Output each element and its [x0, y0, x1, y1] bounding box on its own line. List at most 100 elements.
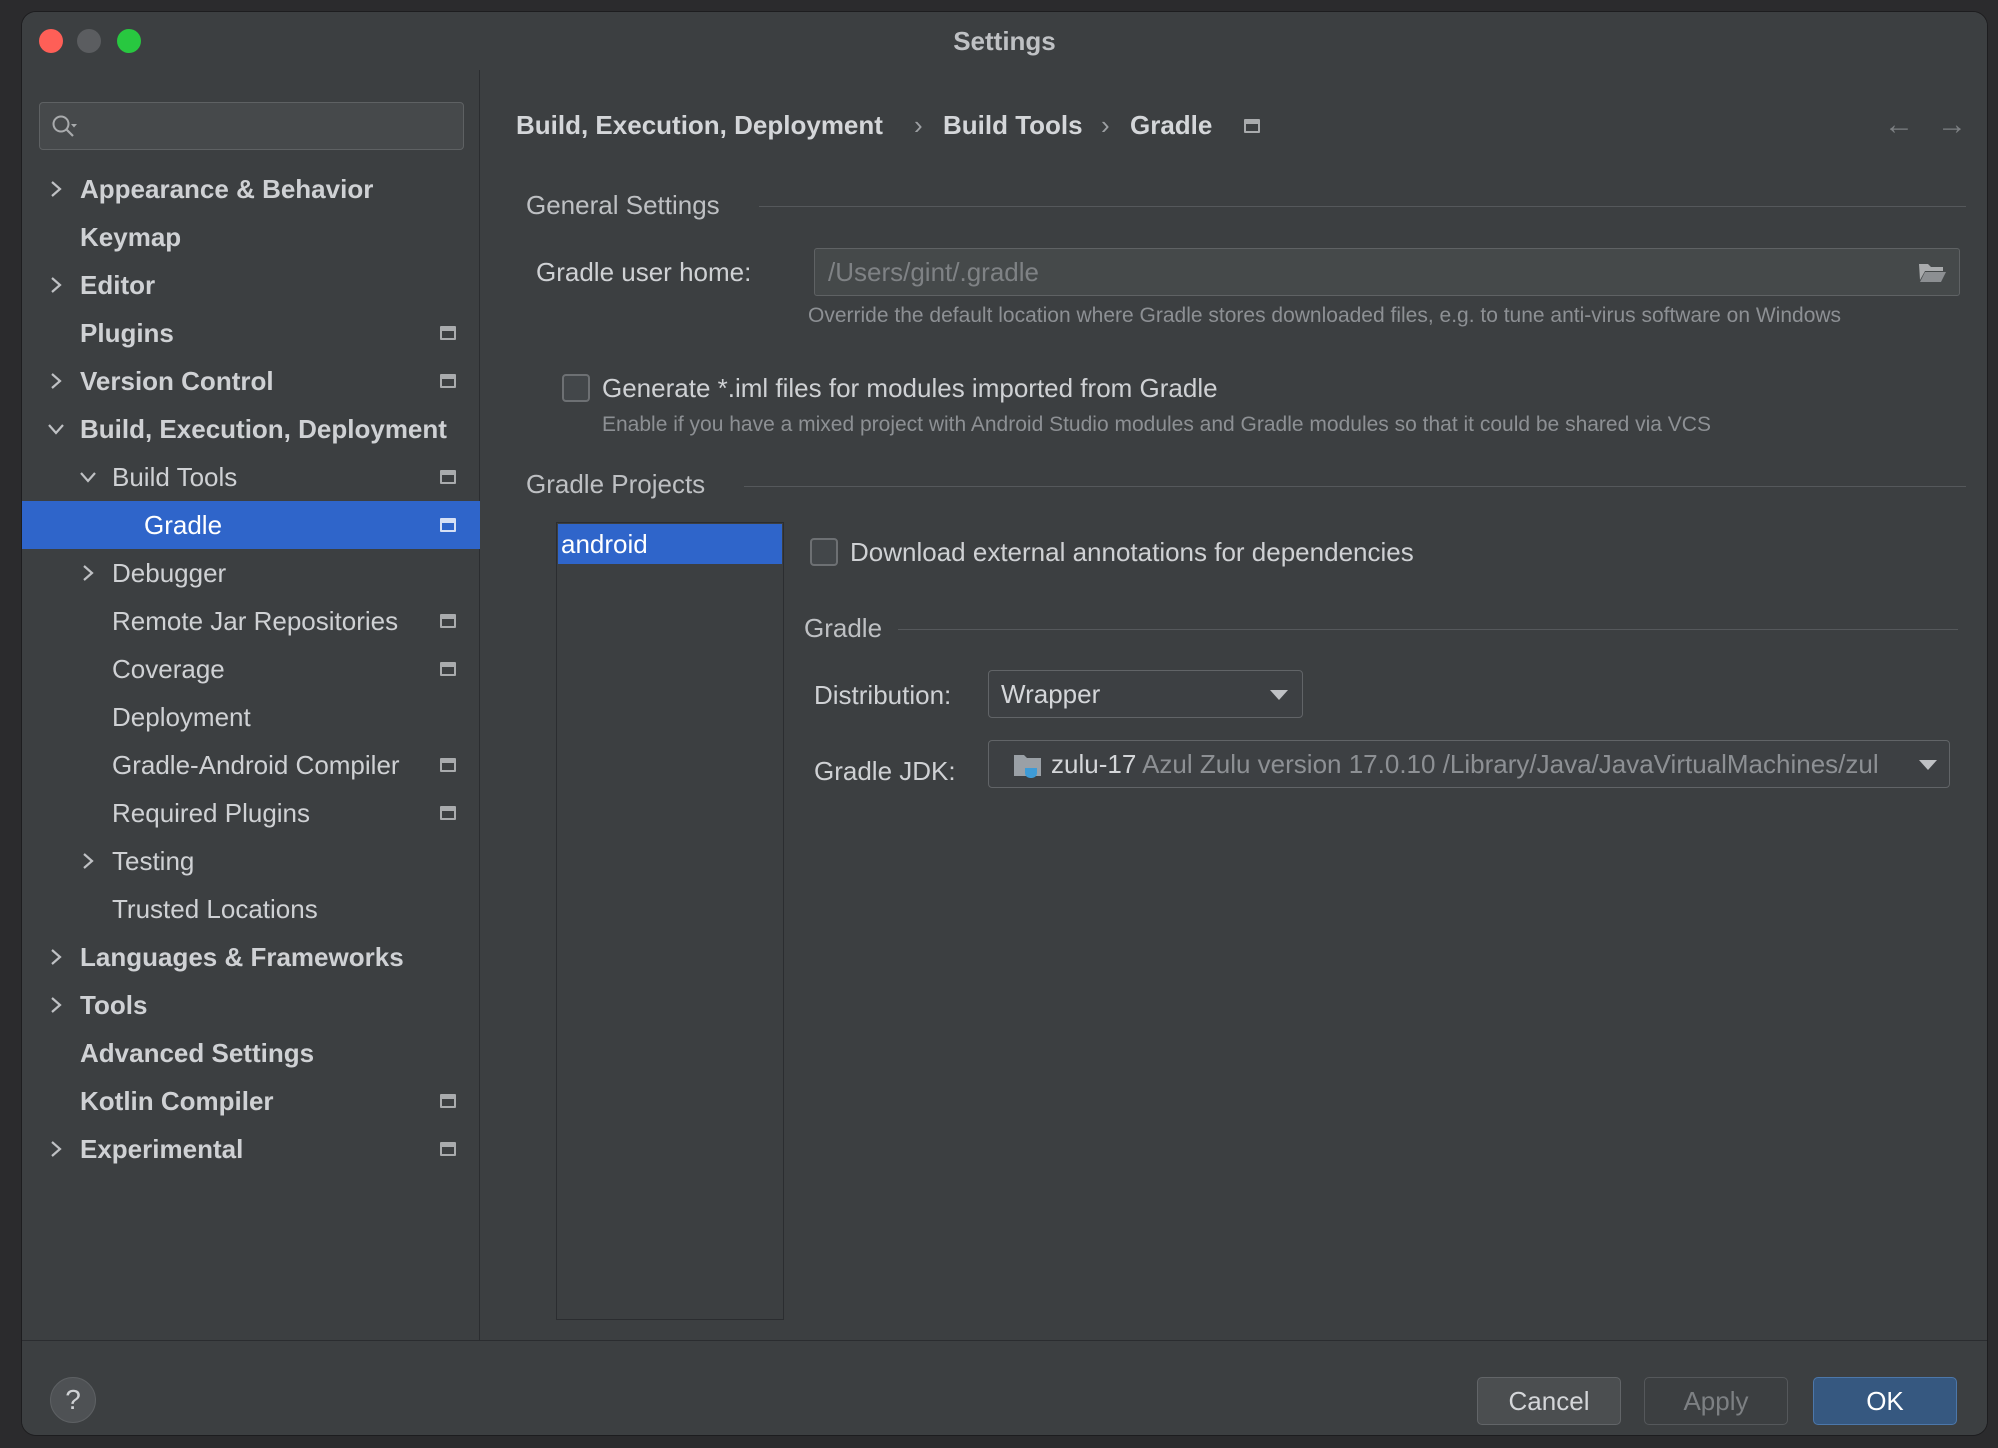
project-settings-icon: [440, 374, 456, 388]
gradle-jdk-name: zulu-17: [1051, 749, 1137, 779]
general-settings-title: General Settings: [526, 190, 720, 220]
sidebar-item-label: Gradle-Android Compiler: [112, 750, 400, 780]
sidebar-item-remote-jar-repositories[interactable]: Remote Jar Repositories: [22, 597, 480, 645]
sidebar-item-label: Experimental: [80, 1134, 244, 1164]
sidebar-item-coverage[interactable]: Coverage: [22, 645, 480, 693]
sidebar-item-version-control[interactable]: Version Control: [22, 357, 480, 405]
gradle-user-home-label: Gradle user home:: [536, 257, 752, 287]
chevron-down-icon[interactable]: [46, 419, 66, 439]
sidebar-item-label: Version Control: [80, 366, 274, 396]
sidebar-item-appearance-behavior[interactable]: Appearance & Behavior: [22, 165, 480, 213]
apply-button[interactable]: Apply: [1644, 1377, 1788, 1425]
chevron-right-icon[interactable]: [46, 947, 66, 967]
gradle-projects-list: android: [556, 522, 784, 1320]
sidebar-item-advanced-settings[interactable]: Advanced Settings: [22, 1029, 480, 1077]
gradle-jdk-detail: Azul Zulu version 17.0.10 /Library/Java/…: [1142, 749, 1879, 779]
download-annotations-label[interactable]: Download external annotations for depend…: [850, 537, 1414, 568]
distribution-dropdown[interactable]: Wrapper: [988, 670, 1303, 718]
project-settings-icon: [440, 1094, 456, 1108]
section-divider: [744, 486, 1966, 487]
sidebar-item-label: Appearance & Behavior: [80, 174, 374, 204]
chevron-right-icon[interactable]: [78, 851, 98, 871]
breadcrumb-separator: ›: [1101, 110, 1110, 140]
project-settings-icon: [440, 614, 456, 628]
chevron-right-icon[interactable]: [46, 275, 66, 295]
title-bar: Settings: [22, 12, 1987, 70]
project-settings-icon: [1244, 119, 1260, 133]
sidebar-item-label: Build, Execution, Deployment: [80, 414, 447, 444]
sidebar-item-label: Kotlin Compiler: [80, 1086, 274, 1116]
settings-content: Build, Execution, Deployment › Build Too…: [481, 70, 1987, 1340]
sidebar-item-build-execution-deployment[interactable]: Build, Execution, Deployment: [22, 405, 480, 453]
sidebar-item-gradle[interactable]: Gradle: [22, 501, 480, 549]
sidebar-item-deployment[interactable]: Deployment: [22, 693, 480, 741]
sidebar-item-label: Build Tools: [112, 462, 238, 492]
sidebar-item-gradle-android-compiler[interactable]: Gradle-Android Compiler: [22, 741, 480, 789]
chevron-right-icon[interactable]: [46, 371, 66, 391]
forward-arrow-icon[interactable]: →: [1937, 108, 1967, 142]
sidebar-item-label: Plugins: [80, 318, 174, 348]
chevron-right-icon[interactable]: [46, 995, 66, 1015]
sidebar-item-label: Advanced Settings: [80, 1038, 315, 1068]
project-settings-icon: [440, 758, 456, 772]
settings-search-field[interactable]: [39, 102, 464, 150]
gradle-jdk-dropdown[interactable]: zulu-17 Azul Zulu version 17.0.10 /Libra…: [988, 740, 1950, 788]
chevron-down-icon[interactable]: [78, 467, 98, 487]
settings-sidebar: Appearance & Behavior Keymap Editor Plug…: [22, 70, 480, 1340]
sidebar-item-tools[interactable]: Tools: [22, 981, 480, 1029]
sidebar-item-label: Keymap: [80, 222, 182, 252]
gradle-user-home-hint: Override the default location where Grad…: [808, 304, 1842, 327]
sidebar-item-editor[interactable]: Editor: [22, 261, 480, 309]
sidebar-item-languages-frameworks[interactable]: Languages & Frameworks: [22, 933, 480, 981]
sidebar-item-debugger[interactable]: Debugger: [22, 549, 480, 597]
sidebar-item-keymap[interactable]: Keymap: [22, 213, 480, 261]
sidebar-item-label: Coverage: [112, 654, 225, 684]
project-settings-icon: [440, 662, 456, 676]
jdk-folder-icon: [1014, 755, 1041, 778]
sidebar-item-label: Editor: [80, 270, 156, 300]
sidebar-item-experimental[interactable]: Experimental: [22, 1125, 480, 1173]
sidebar-item-label: Trusted Locations: [112, 894, 318, 924]
gradle-user-home-field[interactable]: /Users/gint/.gradle: [814, 248, 1960, 296]
sidebar-item-label: Remote Jar Repositories: [112, 606, 399, 636]
section-divider: [898, 629, 1958, 630]
section-divider: [759, 206, 1966, 207]
help-button[interactable]: ?: [50, 1377, 96, 1423]
sidebar-item-plugins[interactable]: Plugins: [22, 309, 480, 357]
sidebar-item-label: Testing: [112, 846, 195, 876]
dialog-footer: ? Cancel Apply OK: [22, 1340, 1987, 1435]
back-arrow-icon[interactable]: ←: [1884, 108, 1914, 142]
breadcrumb-item: Gradle: [1130, 110, 1213, 140]
chevron-right-icon[interactable]: [46, 1139, 66, 1159]
sidebar-item-label: Tools: [80, 990, 148, 1020]
generate-iml-label[interactable]: Generate *.iml files for modules importe…: [602, 373, 1218, 404]
chevron-down-icon: [1919, 760, 1937, 770]
sidebar-item-label: Required Plugins: [112, 798, 311, 828]
cancel-button[interactable]: Cancel: [1477, 1377, 1621, 1425]
sidebar-item-trusted-locations[interactable]: Trusted Locations: [22, 885, 480, 933]
breadcrumb-item[interactable]: Build Tools: [943, 110, 1083, 141]
breadcrumb-item[interactable]: Build, Execution, Deployment: [516, 110, 883, 141]
chevron-right-icon[interactable]: [78, 563, 98, 583]
project-settings-icon: [440, 1142, 456, 1156]
sidebar-item-build-tools[interactable]: Build Tools: [22, 453, 480, 501]
distribution-value: Wrapper: [1001, 679, 1101, 709]
gradle-section-title: Gradle: [804, 613, 883, 643]
project-settings-icon: [440, 470, 456, 484]
gradle-projects-title: Gradle Projects: [526, 469, 706, 499]
settings-window: Settings Appearance & Behavior Keymap Ed…: [22, 12, 1987, 1435]
folder-open-icon[interactable]: [1917, 260, 1947, 284]
sidebar-item-kotlin-compiler[interactable]: Kotlin Compiler: [22, 1077, 480, 1125]
generate-iml-checkbox[interactable]: [562, 374, 590, 402]
project-settings-icon: [440, 518, 456, 532]
search-icon: [52, 115, 77, 137]
sidebar-item-testing[interactable]: Testing: [22, 837, 480, 885]
sidebar-item-required-plugins[interactable]: Required Plugins: [22, 789, 480, 837]
ok-button[interactable]: OK: [1813, 1377, 1957, 1425]
project-settings-icon: [440, 806, 456, 820]
chevron-right-icon[interactable]: [46, 179, 66, 199]
sidebar-item-label: Deployment: [112, 702, 251, 732]
sidebar-item-label: Gradle: [144, 510, 223, 540]
gradle-project-android[interactable]: android: [558, 524, 782, 564]
download-annotations-checkbox[interactable]: [810, 538, 838, 566]
